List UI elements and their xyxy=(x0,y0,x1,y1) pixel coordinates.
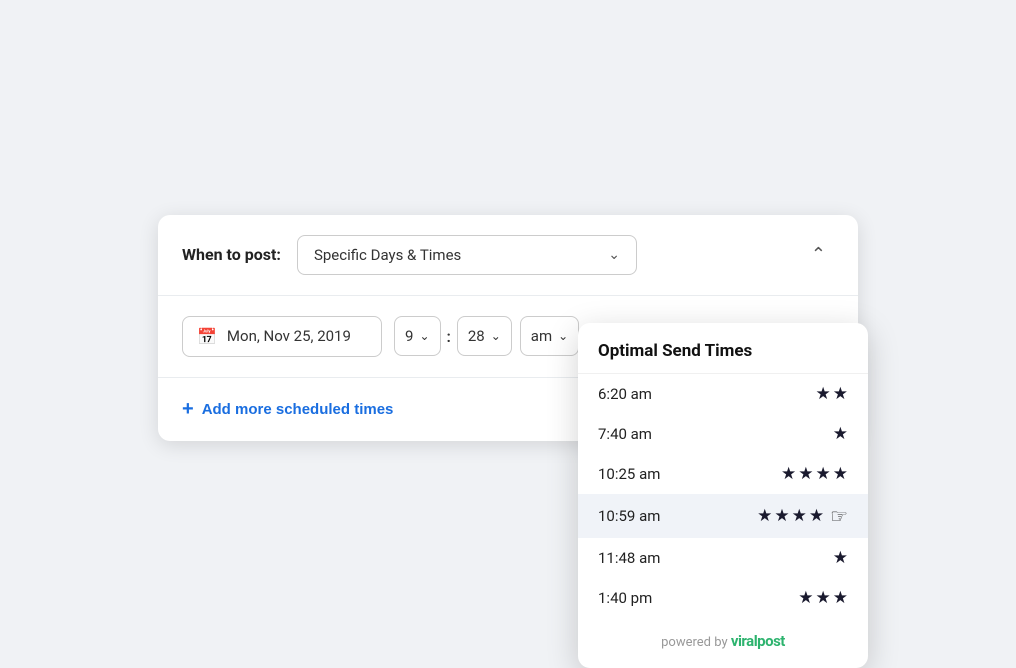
collapse-button[interactable]: ⌃ xyxy=(803,240,834,269)
optimal-time-value: 6:20 am xyxy=(598,385,652,403)
dropdown-value: Specific Days & Times xyxy=(314,246,461,264)
when-to-post-row: When to post: Specific Days & Times ⌄ ⌃ xyxy=(158,215,858,296)
optimal-time-value: 10:59 am xyxy=(598,507,660,525)
star-icon: ★ xyxy=(757,506,772,526)
plus-icon: + xyxy=(182,398,194,421)
star-rating: ★★★★☞ xyxy=(757,504,848,528)
cursor-icon: ☞ xyxy=(830,504,848,528)
hour-value: 9 xyxy=(405,327,413,345)
powered-by-label: powered by xyxy=(661,635,728,650)
star-icon: ★ xyxy=(833,384,848,404)
optimal-times-list: 6:20 am★★7:40 am★10:25 am★★★★10:59 am★★★… xyxy=(578,374,868,618)
optimal-time-row[interactable]: 10:59 am★★★★☞ xyxy=(578,494,868,538)
star-icon: ★ xyxy=(798,588,813,608)
main-card: When to post: Specific Days & Times ⌄ ⌃ … xyxy=(158,215,858,441)
star-icon: ★ xyxy=(833,424,848,444)
optimal-time-row[interactable]: 1:40 pm★★★ xyxy=(578,578,868,618)
hour-dropdown[interactable]: 9 ⌄ xyxy=(394,316,441,356)
optimal-time-value: 10:25 am xyxy=(598,465,660,483)
minute-value: 28 xyxy=(468,327,485,345)
minute-dropdown[interactable]: 28 ⌄ xyxy=(457,316,512,356)
optimal-time-row[interactable]: 10:25 am★★★★ xyxy=(578,454,868,494)
optimal-time-row[interactable]: 7:40 am ★ xyxy=(578,414,868,454)
star-rating: ★★ xyxy=(816,384,849,404)
date-picker[interactable]: 📅 Mon, Nov 25, 2019 xyxy=(182,316,382,357)
optimal-panel: Optimal Send Times 6:20 am★★7:40 am★10:2… xyxy=(578,323,868,668)
add-more-button[interactable]: + Add more scheduled times xyxy=(182,398,393,421)
calendar-icon: 📅 xyxy=(197,327,217,346)
star-icon: ★ xyxy=(816,464,831,484)
star-icon: ★ xyxy=(798,464,813,484)
star-icon: ★ xyxy=(792,506,807,526)
star-icon: ★ xyxy=(833,548,848,568)
when-to-post-label: When to post: xyxy=(182,245,281,264)
optimal-time-value: 1:40 pm xyxy=(598,589,652,607)
time-selects: 9 ⌄ : 28 ⌄ am ⌄ xyxy=(394,316,579,356)
star-icon: ★ xyxy=(816,588,831,608)
optimal-time-value: 11:48 am xyxy=(598,549,660,567)
optimal-time-row[interactable]: 11:48 am ★ xyxy=(578,538,868,578)
time-colon: : xyxy=(447,327,451,346)
star-icon: ★ xyxy=(833,464,848,484)
star-rating: ★★★★ xyxy=(781,464,848,484)
star-icon: ★ xyxy=(809,506,824,526)
chevron-down-icon: ⌄ xyxy=(608,247,620,263)
star-icon: ★ xyxy=(781,464,796,484)
minute-chevron-icon: ⌄ xyxy=(491,329,501,343)
ampm-value: am xyxy=(531,327,552,345)
optimal-time-row[interactable]: 6:20 am ★★ xyxy=(578,374,868,414)
optimal-panel-title: Optimal Send Times xyxy=(578,323,868,374)
star-icon: ★ xyxy=(816,384,831,404)
star-icon: ★ xyxy=(774,506,789,526)
hour-chevron-icon: ⌄ xyxy=(419,329,429,343)
chevron-up-icon: ⌃ xyxy=(811,244,826,265)
schedule-type-dropdown[interactable]: Specific Days & Times ⌄ xyxy=(297,235,637,275)
optimal-time-value: 7:40 am xyxy=(598,425,652,443)
ampm-chevron-icon: ⌄ xyxy=(558,329,568,343)
date-value: Mon, Nov 25, 2019 xyxy=(227,327,351,345)
viralpost-brand: viralpost xyxy=(731,632,785,650)
add-more-label: Add more scheduled times xyxy=(202,401,394,418)
star-rating: ★★★ xyxy=(798,588,848,608)
star-rating: ★ xyxy=(833,548,848,568)
ampm-dropdown[interactable]: am ⌄ xyxy=(520,316,579,356)
star-icon: ★ xyxy=(833,588,848,608)
powered-by-section: powered by viralpost xyxy=(578,618,868,652)
star-rating: ★ xyxy=(833,424,848,444)
